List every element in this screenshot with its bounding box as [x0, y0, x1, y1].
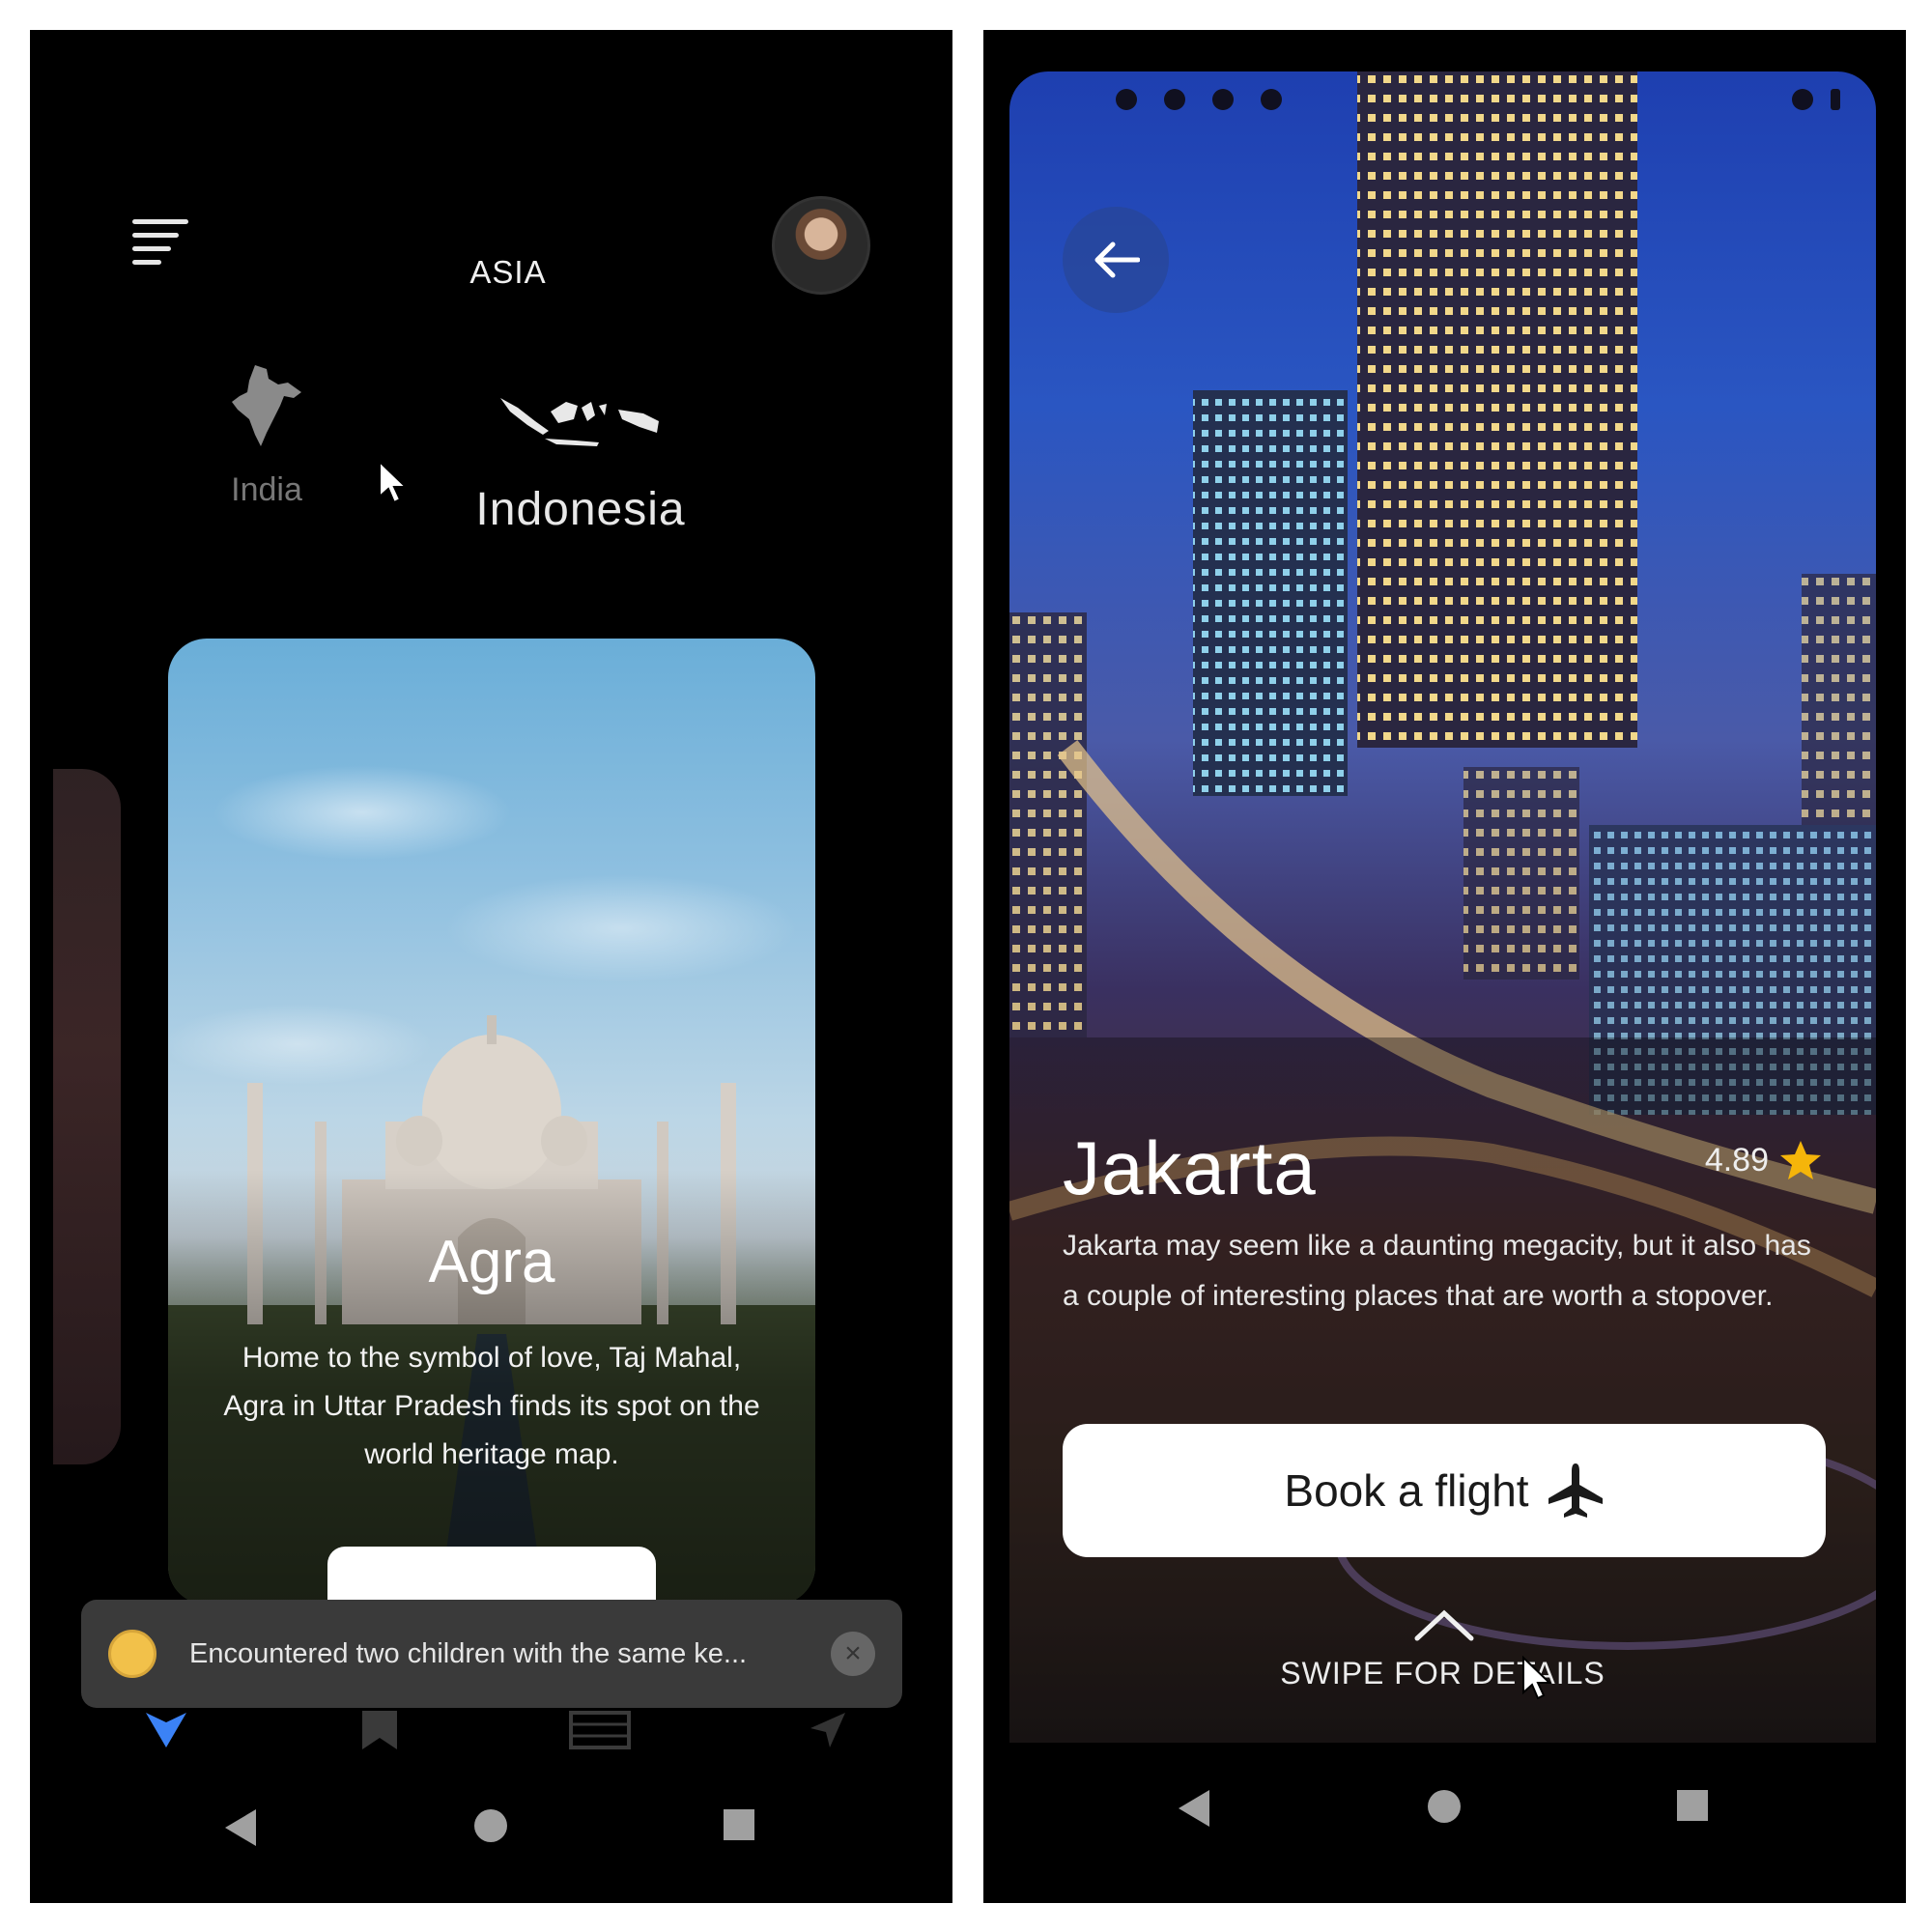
home-circle-icon[interactable]	[472, 1807, 509, 1844]
signal-icon	[1792, 89, 1813, 110]
location-icon[interactable]	[809, 1711, 847, 1749]
notification-icon	[1116, 89, 1137, 110]
destination-action-button[interactable]	[327, 1547, 656, 1605]
phone-screen-asia: ASIA India Indonesia Agra Home to the sy…	[30, 30, 952, 1903]
notification-icon	[1164, 89, 1185, 110]
bottom-tab-bar	[30, 1711, 952, 1759]
india-map-icon	[232, 365, 301, 446]
back-triangle-icon[interactable]	[1177, 1788, 1211, 1829]
toast-message: Encountered two children with the same k…	[189, 1637, 748, 1669]
notification-icon	[1261, 89, 1282, 110]
country-name: Indonesia	[475, 484, 686, 535]
recents-square-icon[interactable]	[722, 1807, 756, 1842]
book-flight-label: Book a flight	[1284, 1465, 1529, 1516]
recents-square-icon[interactable]	[1675, 1788, 1710, 1823]
city-hero-image: Jakarta 4.89 Jakarta may seem like a dau…	[1009, 71, 1876, 1743]
phone-screen-jakarta: Jakarta 4.89 Jakarta may seem like a dau…	[983, 30, 1906, 1903]
home-circle-icon[interactable]	[1426, 1788, 1463, 1825]
status-bar	[1009, 71, 1876, 129]
warning-icon	[108, 1630, 156, 1678]
rating-value: 4.89	[1704, 1141, 1769, 1179]
chevron-up-icon[interactable]	[1413, 1607, 1475, 1642]
previous-destination-card[interactable]	[53, 769, 121, 1464]
back-button[interactable]	[1063, 207, 1169, 313]
region-title: ASIA	[469, 254, 547, 290]
close-icon[interactable]: ×	[831, 1632, 875, 1676]
city-title: Jakarta	[1063, 1125, 1317, 1210]
explore-icon[interactable]	[144, 1711, 188, 1749]
airplane-icon	[1548, 1463, 1603, 1518]
country-name: India	[231, 471, 302, 508]
notification-icon	[1212, 89, 1234, 110]
calendar-icon[interactable]	[569, 1711, 631, 1749]
rating: 4.89	[1705, 1139, 1823, 1181]
country-tab-india[interactable]: India	[194, 363, 339, 509]
star-icon	[1780, 1141, 1821, 1179]
country-tab-indonesia[interactable]: Indonesia	[436, 392, 725, 536]
avatar[interactable]	[772, 196, 870, 295]
mouse-cursor-icon	[379, 460, 409, 504]
indonesia-map-icon	[500, 398, 659, 446]
system-navigation-bar	[30, 1807, 952, 1865]
arrow-left-icon	[1094, 242, 1140, 278]
destination-title: Agra	[428, 1229, 555, 1295]
mouse-cursor-icon	[1522, 1656, 1552, 1700]
destination-description: Home to the symbol of love, Taj Mahal, A…	[223, 1342, 760, 1470]
city-description: Jakarta may seem like a daunting megacit…	[1063, 1230, 1811, 1312]
system-navigation-bar	[983, 1788, 1906, 1846]
warning-toast[interactable]: Encountered two children with the same k…	[81, 1600, 902, 1708]
back-triangle-icon[interactable]	[223, 1807, 258, 1848]
book-flight-button[interactable]: Book a flight	[1063, 1424, 1826, 1557]
swipe-hint[interactable]: SWIPE FOR DETAILS	[1009, 1656, 1876, 1691]
bookmark-icon[interactable]	[358, 1711, 401, 1749]
menu-icon[interactable]	[132, 219, 188, 270]
destination-card[interactable]: Agra Home to the symbol of love, Taj Mah…	[168, 639, 815, 1605]
battery-icon	[1831, 89, 1840, 110]
